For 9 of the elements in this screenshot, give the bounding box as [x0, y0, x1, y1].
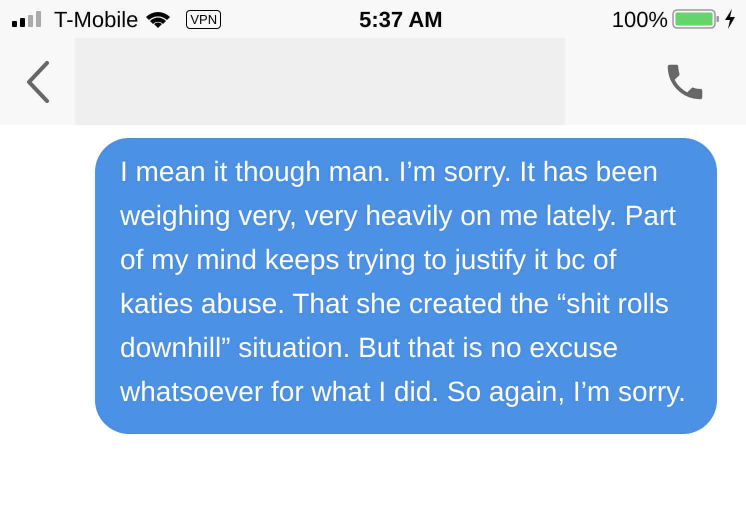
clock-time: 5:37 AM	[358, 6, 444, 34]
carrier-name: T-Mobile	[54, 6, 138, 34]
charging-bolt-icon	[724, 9, 736, 29]
message-text: I mean it though man. I’m sorry. It has been weighing very, very heavily on me lately. Part of my mind keeps trying to justify it bc of katies abuse. That she created the “shit rolls downhill” situation. But that is no excuse whatsoever for what I did. So again, I’m sorry.	[120, 155, 687, 409]
vpn-badge: VPN	[186, 10, 222, 28]
battery-icon	[672, 8, 720, 30]
battery-percentage: 100%	[612, 6, 668, 34]
wifi-icon	[144, 9, 172, 29]
back-chevron-icon	[24, 60, 50, 104]
